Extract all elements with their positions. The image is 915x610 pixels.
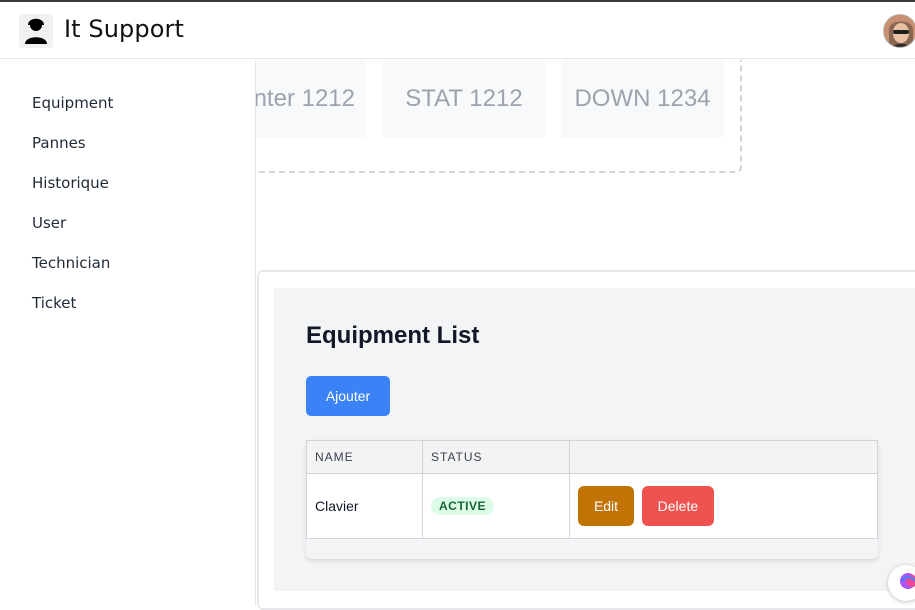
equipment-table: NAME STATUS Clavier ACTIVE Edit Delete <box>306 440 878 539</box>
equipment-name: Clavier <box>306 473 423 539</box>
stat-card: DOWN 1234 <box>561 60 724 138</box>
sidebar-item-ticket[interactable]: Ticket <box>32 294 76 312</box>
sidebar-item-user[interactable]: User <box>32 214 66 232</box>
app-title: It Support <box>64 15 184 43</box>
stats-container: nter 1212 STAT 1212 DOWN 1234 <box>256 60 742 173</box>
stat-card: nter 1212 <box>256 60 366 138</box>
user-avatar[interactable] <box>883 14 915 48</box>
equipment-actions-cell: Edit Delete <box>569 473 878 539</box>
column-header-status: STATUS <box>422 440 570 474</box>
sidebar-item-historique[interactable]: Historique <box>32 174 109 192</box>
delete-button[interactable]: Delete <box>641 486 714 526</box>
add-equipment-button[interactable]: Ajouter <box>306 376 390 416</box>
table-header-row: NAME STATUS <box>306 440 878 474</box>
app-header: It Support <box>0 2 915 59</box>
equipment-table-container: NAME STATUS Clavier ACTIVE Edit Delete <box>306 440 878 559</box>
status-badge: ACTIVE <box>431 497 495 515</box>
equipment-status-cell: ACTIVE <box>422 473 570 539</box>
page-title: Equipment List <box>306 322 480 349</box>
sidebar-item-technician[interactable]: Technician <box>32 254 110 272</box>
stat-card: STAT 1212 <box>383 60 545 138</box>
edit-button[interactable]: Edit <box>578 486 634 526</box>
column-header-actions <box>569 440 878 474</box>
sidebar: Equipment Pannes Historique User Technic… <box>0 60 256 606</box>
support-agent-icon[interactable] <box>19 14 53 48</box>
sidebar-item-pannes[interactable]: Pannes <box>32 134 86 152</box>
table-row: Clavier ACTIVE Edit Delete <box>306 473 878 539</box>
column-header-name: NAME <box>306 440 423 474</box>
sidebar-item-equipment[interactable]: Equipment <box>32 94 113 112</box>
